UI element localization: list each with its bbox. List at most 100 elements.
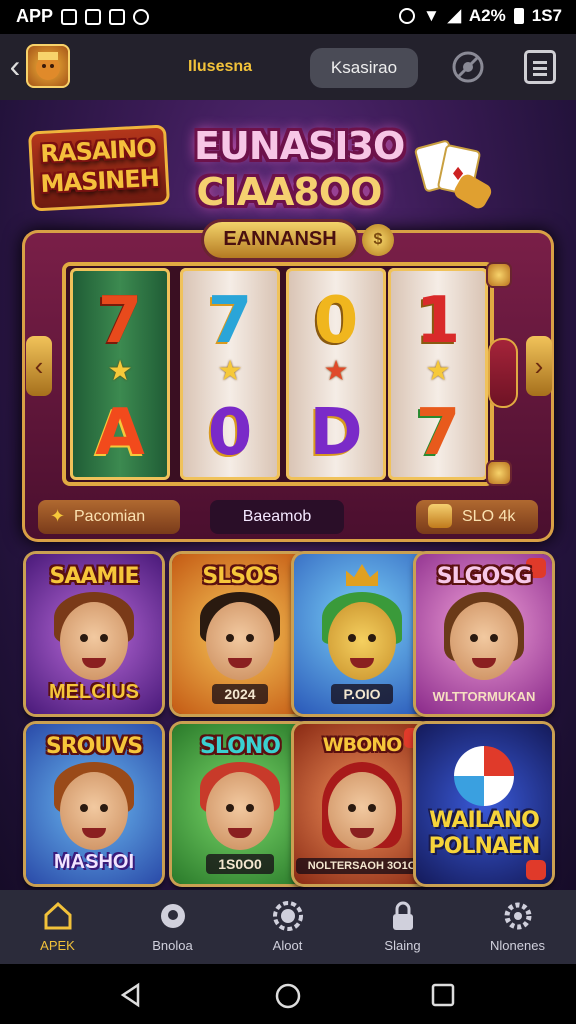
playing-cards-icon: ♦ [412, 134, 496, 214]
reel-2: 7 ★ 0 [180, 268, 280, 480]
character-face [60, 602, 128, 680]
eye [100, 804, 108, 812]
game-tile[interactable]: SROUVS MASHOI [26, 724, 162, 884]
main-logo-line2: CIAA8OO [196, 170, 383, 214]
crown-icon [346, 564, 378, 586]
sim-icon [109, 8, 126, 25]
star-icon: ★ [107, 354, 133, 387]
reel-4-bottom-symbol: 7 [415, 396, 461, 470]
clock: 1S7 [531, 6, 562, 25]
settings-icon [504, 902, 532, 930]
system-nav-bar [0, 964, 576, 1024]
eye [348, 634, 356, 642]
reel-4: 1 ★ 7 [388, 268, 488, 480]
eye [490, 634, 498, 642]
recents-square-icon[interactable] [430, 982, 456, 1008]
game-subtitle: P.OIO [331, 684, 393, 704]
battery-icon [513, 8, 524, 24]
game-subtitle-wrap: 2024 [172, 684, 308, 704]
app-logo[interactable] [26, 44, 70, 88]
back-arrow-icon[interactable]: ‹ [4, 46, 26, 86]
eye [368, 804, 376, 812]
main-logo-sign: EUNASI3O CIAA8OO [194, 124, 405, 224]
nav-item-lock[interactable]: Slaing [345, 890, 460, 964]
coin-icon: $ [362, 224, 394, 256]
game-tile[interactable]: SLONO 1S0O0 [172, 724, 308, 884]
game-tile[interactable]: SLSOS 2024 [172, 554, 308, 714]
sparkle-icon: ✦ [50, 506, 66, 526]
eye [246, 804, 254, 812]
battery-text: A2% [468, 6, 506, 25]
machine-banner-text: EANNANSH [223, 228, 337, 250]
status-app-label: APP [16, 6, 54, 26]
character-face [328, 602, 396, 680]
machine-banner: EANNANSH [204, 222, 356, 258]
globe-icon[interactable] [448, 47, 488, 87]
eye [246, 634, 254, 642]
reel-left-arrow-icon[interactable]: ‹ [26, 336, 52, 396]
game-tile[interactable]: WBONO NOLTERSAOH 3O1O [294, 724, 430, 884]
main-logo-line1: EUNASI3O [194, 124, 405, 168]
game-title: SLSOS [202, 564, 278, 589]
location-icon [398, 8, 415, 24]
nav-label: Nlonenes [490, 938, 545, 953]
eye [368, 634, 376, 642]
game-subtitle-wrap: NOLTERSAOH 3O1O [294, 858, 430, 874]
game-subtitle-wrap: P.OIO [294, 684, 430, 704]
corner-gem-icon [488, 264, 510, 286]
sync-icon [133, 8, 150, 25]
bonus-button[interactable]: ✦ Pacomian [38, 500, 180, 534]
back-triangle-icon[interactable] [118, 982, 144, 1008]
game-subtitle: NOLTERSAOH 3O1O [295, 858, 429, 874]
eye [100, 634, 108, 642]
star-icon: ★ [323, 354, 349, 387]
reel-1-top-symbol: 7 [97, 284, 143, 358]
game-subtitle: 2024 [212, 684, 268, 704]
game-tile[interactable]: SAAMIE MELCIUS [26, 554, 162, 714]
nav-label: APEK [40, 938, 75, 953]
nav-item-about[interactable]: Aloot [230, 890, 345, 964]
nav-item-search[interactable]: Bnoloa [115, 890, 230, 964]
menu-icon[interactable] [524, 50, 556, 84]
game-tile[interactable]: SLGOSG WLTTORMUKAN [416, 554, 552, 714]
game-title: SAAMIE [49, 564, 139, 589]
bonus-button-label: Pacomian [74, 508, 146, 525]
nav-label: Aloot [272, 938, 303, 953]
game-title: SROUVS [45, 734, 143, 759]
bet-button-label: SLO 4k [462, 508, 516, 525]
game-title: WBONO [322, 734, 403, 756]
game-subtitle: WLTTORMUKAN [432, 689, 536, 704]
nav-label: Slaing [384, 938, 421, 953]
reel-3-bottom-symbol: D [309, 396, 363, 470]
reel-3-top-symbol: 0 [313, 284, 359, 358]
spin-lever[interactable] [488, 338, 518, 408]
lock-icon [393, 901, 413, 930]
nav-item-settings[interactable]: Nlonenes [460, 890, 575, 964]
header-button[interactable]: Ksasirao [310, 48, 418, 88]
corner-gem-icon [488, 462, 510, 484]
reel-2-top-symbol: 7 [207, 284, 253, 358]
notification-icon [61, 8, 78, 25]
eye [80, 634, 88, 642]
character-face [206, 602, 274, 680]
app-title: Ilusesna [188, 58, 253, 75]
spin-button[interactable]: Baeamob [210, 500, 344, 534]
character-face [206, 772, 274, 850]
game-tile[interactable]: WAILANO POLNAEN [416, 724, 552, 884]
nav-item-home[interactable]: APEK [0, 890, 115, 964]
home-circle-icon[interactable] [274, 982, 302, 1010]
character-face [450, 602, 518, 680]
bet-button[interactable]: SLO 4k [416, 500, 538, 534]
reel-right-arrow-icon[interactable]: › [526, 336, 552, 396]
game-tile[interactable]: P.OIO [294, 554, 430, 714]
treasure-chest-icon [428, 504, 452, 528]
bottom-nav: APEK Bnoloa Aloot Slaing Nlonenes [0, 890, 576, 964]
game-title: WAILANO POLNAEN [428, 808, 541, 859]
game-title: SLGOSG [436, 564, 533, 589]
ball-icon [454, 746, 514, 806]
message-icon [85, 8, 102, 25]
star-icon: ★ [425, 354, 451, 387]
signal-icon: ◢ [447, 6, 461, 25]
star-icon: ★ [217, 354, 243, 387]
game-subtitle: 1S0O0 [206, 854, 274, 874]
